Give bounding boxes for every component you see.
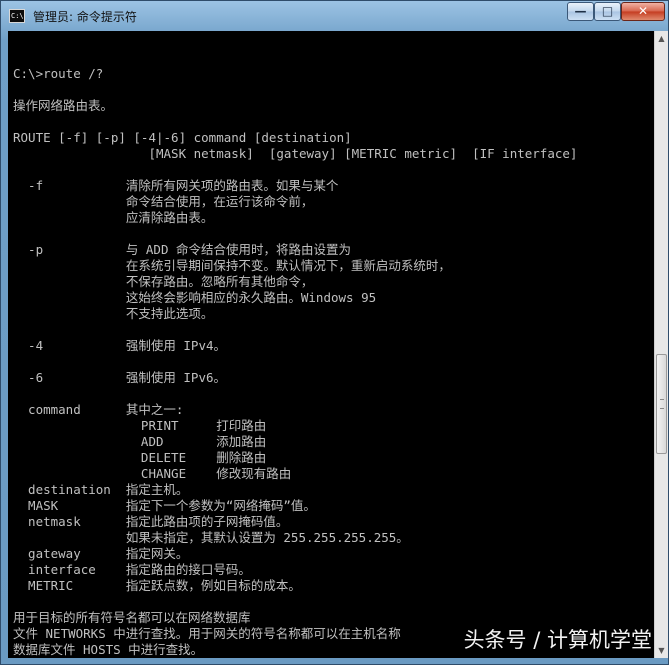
cmd-app-icon[interactable]: C:\: [9, 9, 25, 23]
scroll-up-icon[interactable]: ▲: [655, 31, 668, 46]
console-output: C:\>route /? 操作网络路由表。 ROUTE [-f] [-p] [-…: [13, 66, 578, 657]
close-button[interactable]: ✕: [621, 2, 665, 21]
maximize-button[interactable]: □: [594, 2, 621, 21]
minimize-button[interactable]: —: [567, 2, 594, 21]
vertical-scrollbar[interactable]: ▲ ▼: [654, 31, 668, 658]
command-prompt-window: C:\ 管理员: 命令提示符 — □ ✕ C:\>route /? 操作网络路由…: [0, 0, 669, 665]
scroll-down-icon[interactable]: ▼: [655, 643, 668, 658]
scroll-thumb[interactable]: [656, 354, 667, 454]
title-bar[interactable]: C:\ 管理员: 命令提示符 — □ ✕: [1, 1, 668, 31]
watermark-text: 头条号 / 计算机学堂: [463, 628, 652, 652]
console-area[interactable]: C:\>route /? 操作网络路由表。 ROUTE [-f] [-p] [-…: [8, 31, 654, 658]
window-title: 管理员: 命令提示符: [33, 10, 137, 24]
